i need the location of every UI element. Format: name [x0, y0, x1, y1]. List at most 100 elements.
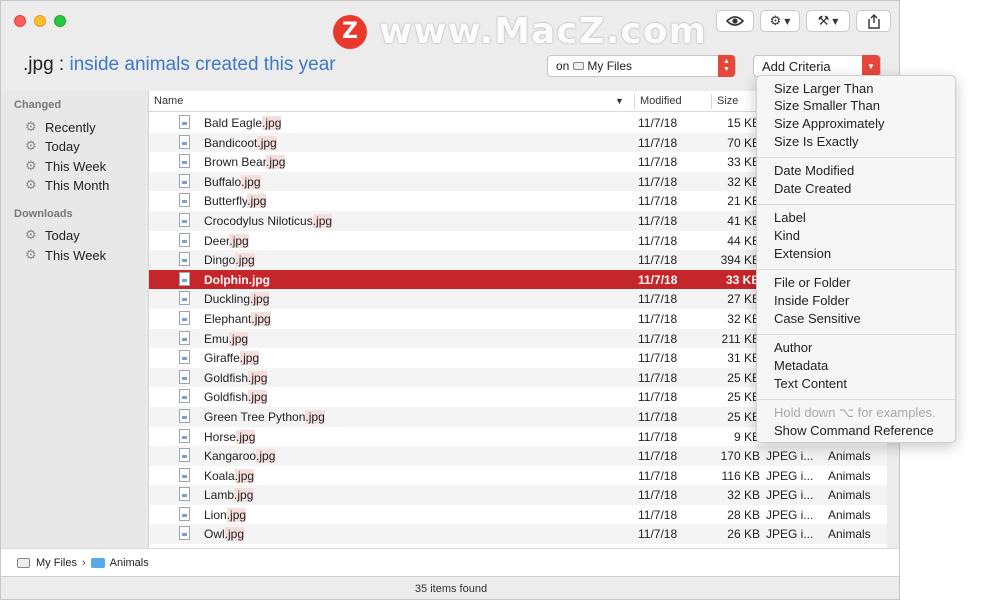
- drive-icon: [17, 557, 30, 568]
- gear-icon: ⚙: [25, 228, 37, 243]
- file-extension-match: .jpg: [262, 116, 282, 130]
- jpeg-file-icon: [179, 389, 190, 404]
- file-base-name: Elephant: [204, 311, 252, 326]
- query-extension: .jpg: [23, 54, 54, 75]
- modified-date: 11/7/18: [638, 390, 678, 405]
- file-extension-match: .jpg: [256, 449, 276, 464]
- menu-item-inside-folder[interactable]: Inside Folder: [774, 293, 849, 308]
- gear-icon: ⚙: [25, 248, 37, 263]
- file-name: Lamb.jpg: [204, 488, 254, 503]
- file-extension-match: .jpg: [234, 488, 254, 503]
- table-row[interactable]: Kangaroo.jpg 11/7/18 170 KB JPEG i... Animal…: [149, 446, 887, 466]
- file-name: Dingo.jpg: [204, 253, 255, 268]
- drive-icon: [573, 62, 585, 70]
- tools-menu-button[interactable]: ⚒ ▼: [806, 10, 850, 32]
- file-base-name: Green Tree Python: [204, 409, 306, 424]
- file-extension-match: .jpg: [239, 351, 260, 366]
- file-size: 394 KB: [720, 253, 760, 268]
- location-select[interactable]: on My Files ▲ ▼: [547, 55, 736, 77]
- folder-icon: [90, 557, 105, 568]
- menu-item-text-content[interactable]: Text Content: [774, 376, 847, 391]
- modified-date: 11/7/18: [638, 488, 678, 503]
- file-extension-match: .jpg: [236, 429, 256, 444]
- column-header-name[interactable]: Name: [154, 95, 183, 107]
- menu-item-extension[interactable]: Extension: [774, 246, 831, 261]
- chevron-down-icon[interactable]: ▼: [615, 96, 624, 106]
- file-size: 26 KB: [727, 527, 760, 542]
- modified-date: 11/7/18: [638, 213, 678, 228]
- file-base-name: Deer: [204, 233, 230, 248]
- sidebar-item-label: Recently: [45, 120, 96, 135]
- gear-icon: ⚙: [769, 13, 782, 29]
- menu-item-date-created[interactable]: Date Created: [774, 181, 851, 196]
- menu-item-size-is-exactly[interactable]: Size Is Exactly: [774, 134, 859, 149]
- sidebar-item-label: This Week: [45, 159, 107, 174]
- jpeg-file-icon: [179, 271, 190, 286]
- file-extension-match: .jpg: [229, 233, 249, 248]
- sidebar-item-downloads-this-week[interactable]: ⚙ This Week: [25, 248, 106, 263]
- preview-button[interactable]: [716, 10, 754, 32]
- file-extension-match: .jpg: [234, 468, 255, 483]
- table-row[interactable]: Owl.jpg 11/7/18 26 KB JPEG i... Animals: [149, 524, 887, 545]
- menu-item-author[interactable]: Author: [774, 340, 812, 355]
- file-extension-match: .jpg: [224, 527, 245, 542]
- menu-item-size-approximately[interactable]: Size Approximately: [774, 116, 885, 131]
- file-name: Green Tree Python.jpg: [204, 409, 325, 424]
- title-bar: Z www.MacZ.com ⚙ ▼ ⚒ ▼: [1, 1, 899, 52]
- column-divider[interactable]: [634, 94, 635, 109]
- column-divider[interactable]: [711, 94, 712, 109]
- sidebar-item-this-week[interactable]: ⚙ This Week: [25, 159, 106, 174]
- file-name: Buffalo.jpg: [204, 174, 261, 189]
- share-button[interactable]: [856, 10, 891, 32]
- menu-item-metadata[interactable]: Metadata: [774, 358, 828, 373]
- table-row[interactable]: Koala.jpg 11/7/18 116 KB JPEG i... Animals: [149, 466, 887, 486]
- menu-item-size-smaller-than[interactable]: Size Smaller Than: [774, 98, 880, 113]
- jpeg-file-icon: [179, 330, 190, 345]
- menu-item-date-modified[interactable]: Date Modified: [774, 163, 854, 178]
- menu-item-show-command-reference[interactable]: Show Command Reference: [774, 423, 934, 438]
- menu-item-label[interactable]: Label: [774, 210, 806, 225]
- menu-item-kind[interactable]: Kind: [774, 228, 800, 243]
- zoom-window-button[interactable]: [54, 15, 66, 27]
- file-name: Emu.jpg: [204, 331, 249, 346]
- sidebar-item-downloads-today[interactable]: ⚙ Today: [25, 228, 80, 243]
- modified-date: 11/7/18: [638, 194, 678, 209]
- column-header-size[interactable]: Size: [717, 95, 738, 107]
- action-menu-button[interactable]: ⚙ ▼: [760, 10, 800, 32]
- file-base-name: Horse: [204, 429, 237, 444]
- file-size: 70 KB: [727, 135, 760, 150]
- file-name: Goldfish.jpg: [204, 370, 268, 385]
- column-header-modified[interactable]: Modified: [640, 95, 682, 107]
- menu-item-case-sensitive[interactable]: Case Sensitive: [774, 311, 861, 326]
- close-window-button[interactable]: [14, 15, 26, 27]
- file-extension-match: .jpg: [266, 155, 286, 170]
- modified-date: 11/7/18: [638, 135, 678, 150]
- sidebar-item-this-month[interactable]: ⚙ This Month: [25, 178, 109, 193]
- file-name: Crocodylus Niloticus.jpg: [204, 213, 333, 228]
- table-row[interactable]: Lion.jpg 11/7/18 28 KB JPEG i... Animals: [149, 505, 887, 525]
- path-folder[interactable]: Animals: [110, 557, 149, 569]
- file-base-name: Brown Bear: [204, 155, 267, 170]
- table-row[interactable]: Lamb.jpg 11/7/18 32 KB JPEG i... Animals: [149, 485, 887, 505]
- minimize-window-button[interactable]: [34, 15, 46, 27]
- path-root[interactable]: My Files: [36, 557, 77, 569]
- modified-date: 11/7/18: [638, 507, 678, 522]
- file-base-name: Dingo: [204, 253, 236, 268]
- modified-date: 11/7/18: [638, 468, 678, 483]
- gear-icon: ⚙: [25, 178, 37, 193]
- sidebar-item-label: Today: [45, 228, 80, 243]
- menu-item-file-or-folder[interactable]: File or Folder: [774, 275, 851, 290]
- file-folder: Animals: [828, 449, 871, 464]
- file-kind: JPEG i...: [766, 449, 814, 464]
- sidebar-item-recently[interactable]: ⚙ Recently: [25, 120, 96, 135]
- add-criteria-button[interactable]: Add Criteria ▼: [753, 55, 881, 77]
- chevron-down-icon: ▼: [832, 16, 839, 26]
- modified-date: 11/7/18: [638, 253, 678, 268]
- sidebar-item-today[interactable]: ⚙ Today: [25, 139, 80, 154]
- file-base-name: Emu: [204, 331, 229, 346]
- menu-item-size-larger-than[interactable]: Size Larger Than: [774, 81, 874, 96]
- file-base-name: Goldfish: [204, 370, 249, 385]
- file-extension-match: .jpg: [248, 370, 268, 385]
- file-size: 27 KB: [727, 292, 760, 307]
- search-query[interactable]: .jpg : inside animals created this year: [23, 54, 336, 76]
